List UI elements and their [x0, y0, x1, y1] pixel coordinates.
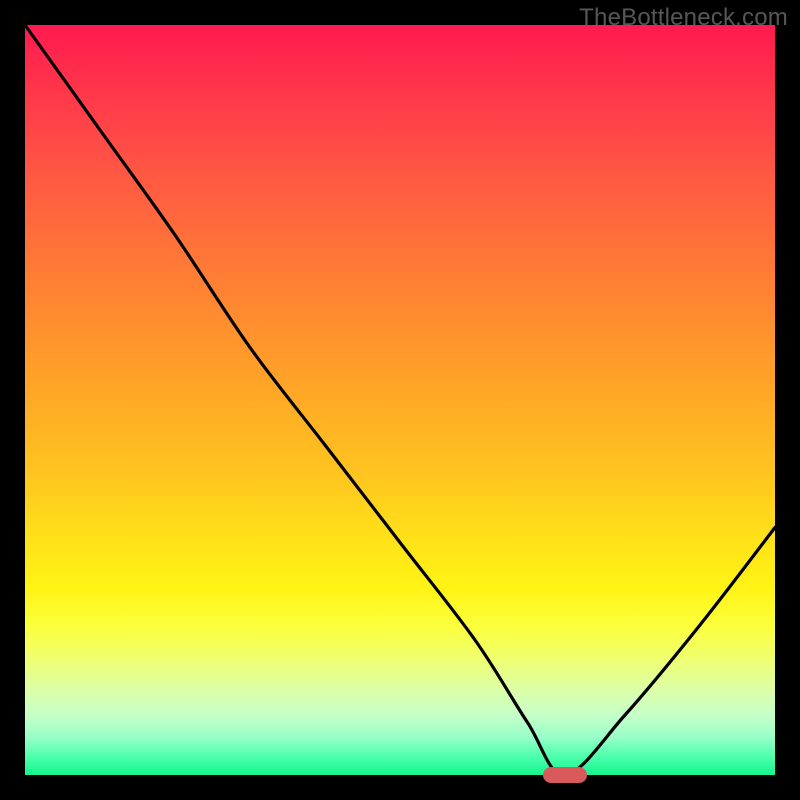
optimum-marker	[543, 767, 587, 783]
bottleneck-curve	[25, 25, 775, 775]
chart-frame: TheBottleneck.com	[0, 0, 800, 800]
plot-area	[25, 25, 775, 775]
watermark-text: TheBottleneck.com	[579, 4, 788, 32]
